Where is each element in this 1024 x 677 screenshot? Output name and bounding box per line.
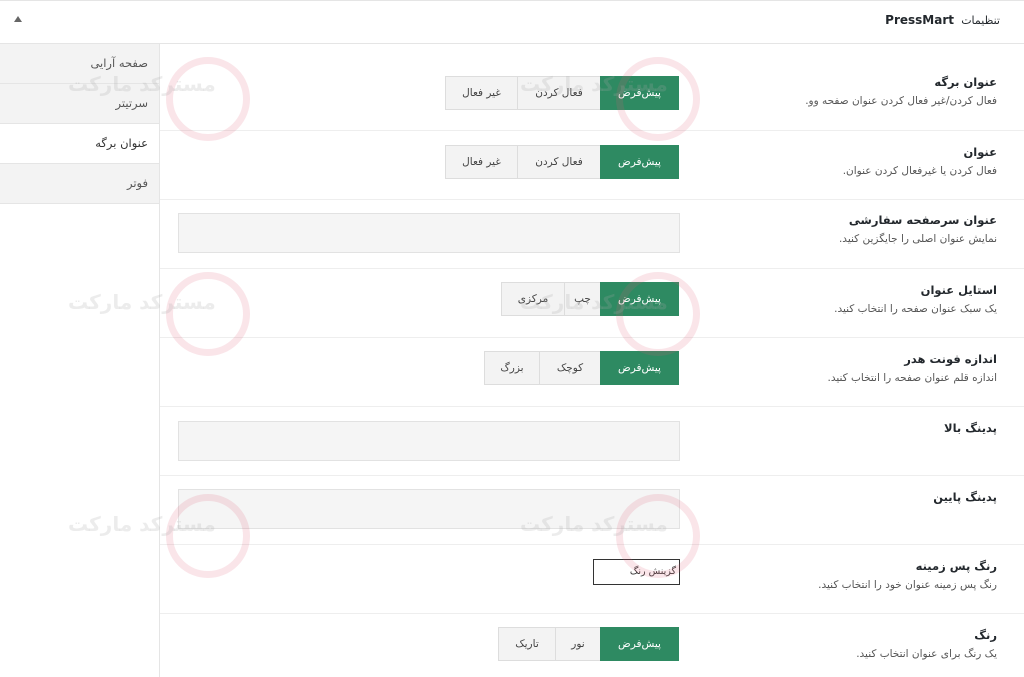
setting-title: اندازه فونت هدر bbox=[904, 352, 997, 366]
setting-description: فعال کردن/غیر فعال کردن عنوان صفحه وو. bbox=[805, 95, 997, 107]
panel-title: PressMart تنظیمات bbox=[885, 13, 1000, 27]
setting-row-header-font-size: اندازه فونت هدر اندازه قلم عنوان صفحه را… bbox=[160, 338, 1024, 407]
option-large-button[interactable]: بزرگ bbox=[484, 351, 540, 385]
sidebar-item-header[interactable]: سرتیتر bbox=[0, 84, 159, 124]
setting-description: رنگ پس زمینه عنوان خود را انتخاب کنید. bbox=[818, 579, 997, 591]
setting-row-page-title: عنوان برگه فعال کردن/غیر فعال کردن عنوان… bbox=[160, 44, 1024, 131]
option-dark-button[interactable]: تاریک bbox=[498, 627, 556, 661]
sidebar-item-layout[interactable]: صفحه آرایی bbox=[0, 44, 159, 84]
title-button-group: پیش‌فرض فعال کردن غیر فعال bbox=[445, 145, 679, 179]
option-enable-button[interactable]: فعال کردن bbox=[517, 76, 601, 110]
setting-description: یک سبک عنوان صفحه را انتخاب کنید. bbox=[834, 303, 997, 315]
setting-description: فعال کردن یا غیرفعال کردن عنوان. bbox=[842, 165, 997, 177]
option-left-button[interactable]: چپ bbox=[564, 282, 601, 316]
setting-title: رنگ bbox=[974, 628, 997, 642]
option-default-button[interactable]: پیش‌فرض bbox=[600, 351, 679, 385]
settings-panel-header[interactable]: PressMart تنظیمات bbox=[0, 0, 1024, 44]
setting-row-padding-top: پدینگ بالا bbox=[160, 407, 1024, 476]
title-style-button-group: پیش‌فرض چپ مرکزی bbox=[501, 282, 679, 316]
sidebar-item-label: عنوان برگه bbox=[95, 136, 148, 150]
header-font-size-button-group: پیش‌فرض کوچک بزرگ bbox=[484, 351, 679, 385]
setting-row-custom-header-title: عنوان سرصفحه سفارشی نمایش عنوان اصلی را … bbox=[160, 200, 1024, 269]
option-default-button[interactable]: پیش‌فرض bbox=[600, 76, 679, 110]
setting-title: عنوان سرصفحه سفارشی bbox=[848, 213, 997, 227]
padding-top-input[interactable] bbox=[178, 421, 680, 461]
panel-title-brand: PressMart bbox=[885, 13, 955, 27]
setting-title: استایل عنوان bbox=[920, 283, 997, 297]
setting-row-title: عنوان فعال کردن یا غیرفعال کردن عنوان. پ… bbox=[160, 131, 1024, 200]
setting-row-color: رنگ یک رنگ برای عنوان انتخاب کنید. پیش‌ف… bbox=[160, 614, 1024, 677]
sidebar-item-label: صفحه آرایی bbox=[90, 56, 148, 70]
setting-title: عنوان bbox=[963, 145, 997, 159]
page-title-button-group: پیش‌فرض فعال کردن غیر فعال bbox=[445, 76, 679, 110]
panel-title-subtitle: تنظیمات bbox=[961, 14, 1000, 27]
setting-title: پدینگ پایین bbox=[933, 490, 997, 504]
option-default-button[interactable]: پیش‌فرض bbox=[600, 627, 679, 661]
setting-title: عنوان برگه bbox=[934, 75, 997, 89]
option-center-button[interactable]: مرکزی bbox=[501, 282, 565, 316]
color-button-group: پیش‌فرض نور تاریک bbox=[498, 627, 679, 661]
option-disable-button[interactable]: غیر فعال bbox=[445, 145, 518, 179]
option-small-button[interactable]: کوچک bbox=[539, 351, 601, 385]
setting-row-background-color: رنگ پس زمینه رنگ پس زمینه عنوان خود را ا… bbox=[160, 545, 1024, 614]
setting-title: پدینگ بالا bbox=[944, 421, 997, 435]
sidebar-item-footer[interactable]: فوتر bbox=[0, 164, 159, 204]
setting-description: اندازه قلم عنوان صفحه را انتخاب کنید. bbox=[827, 372, 997, 384]
option-default-button[interactable]: پیش‌فرض bbox=[600, 145, 679, 179]
sidebar-item-page-title[interactable]: عنوان برگه bbox=[0, 124, 159, 164]
setting-description: نمایش عنوان اصلی را جایگزین کنید. bbox=[838, 233, 997, 245]
triangle-up-icon[interactable] bbox=[14, 16, 22, 22]
sidebar-item-label: سرتیتر bbox=[115, 96, 148, 110]
option-default-button[interactable]: پیش‌فرض bbox=[600, 282, 679, 316]
settings-sidebar: صفحه آرایی سرتیتر عنوان برگه فوتر bbox=[0, 44, 160, 677]
select-color-button[interactable]: گزینش رنگ bbox=[593, 559, 680, 585]
setting-description: یک رنگ برای عنوان انتخاب کنید. bbox=[856, 648, 997, 660]
sidebar-item-label: فوتر bbox=[127, 176, 148, 190]
custom-header-title-input[interactable] bbox=[178, 213, 680, 253]
option-light-button[interactable]: نور bbox=[555, 627, 601, 661]
option-enable-button[interactable]: فعال کردن bbox=[517, 145, 601, 179]
setting-title: رنگ پس زمینه bbox=[915, 559, 997, 573]
select-color-label: گزینش رنگ bbox=[629, 566, 676, 577]
option-disable-button[interactable]: غیر فعال bbox=[445, 76, 518, 110]
settings-content: عنوان برگه فعال کردن/غیر فعال کردن عنوان… bbox=[160, 44, 1024, 677]
setting-row-padding-bottom: پدینگ پایین bbox=[160, 476, 1024, 545]
padding-bottom-input[interactable] bbox=[178, 489, 680, 529]
setting-row-title-style: استایل عنوان یک سبک عنوان صفحه را انتخاب… bbox=[160, 269, 1024, 338]
